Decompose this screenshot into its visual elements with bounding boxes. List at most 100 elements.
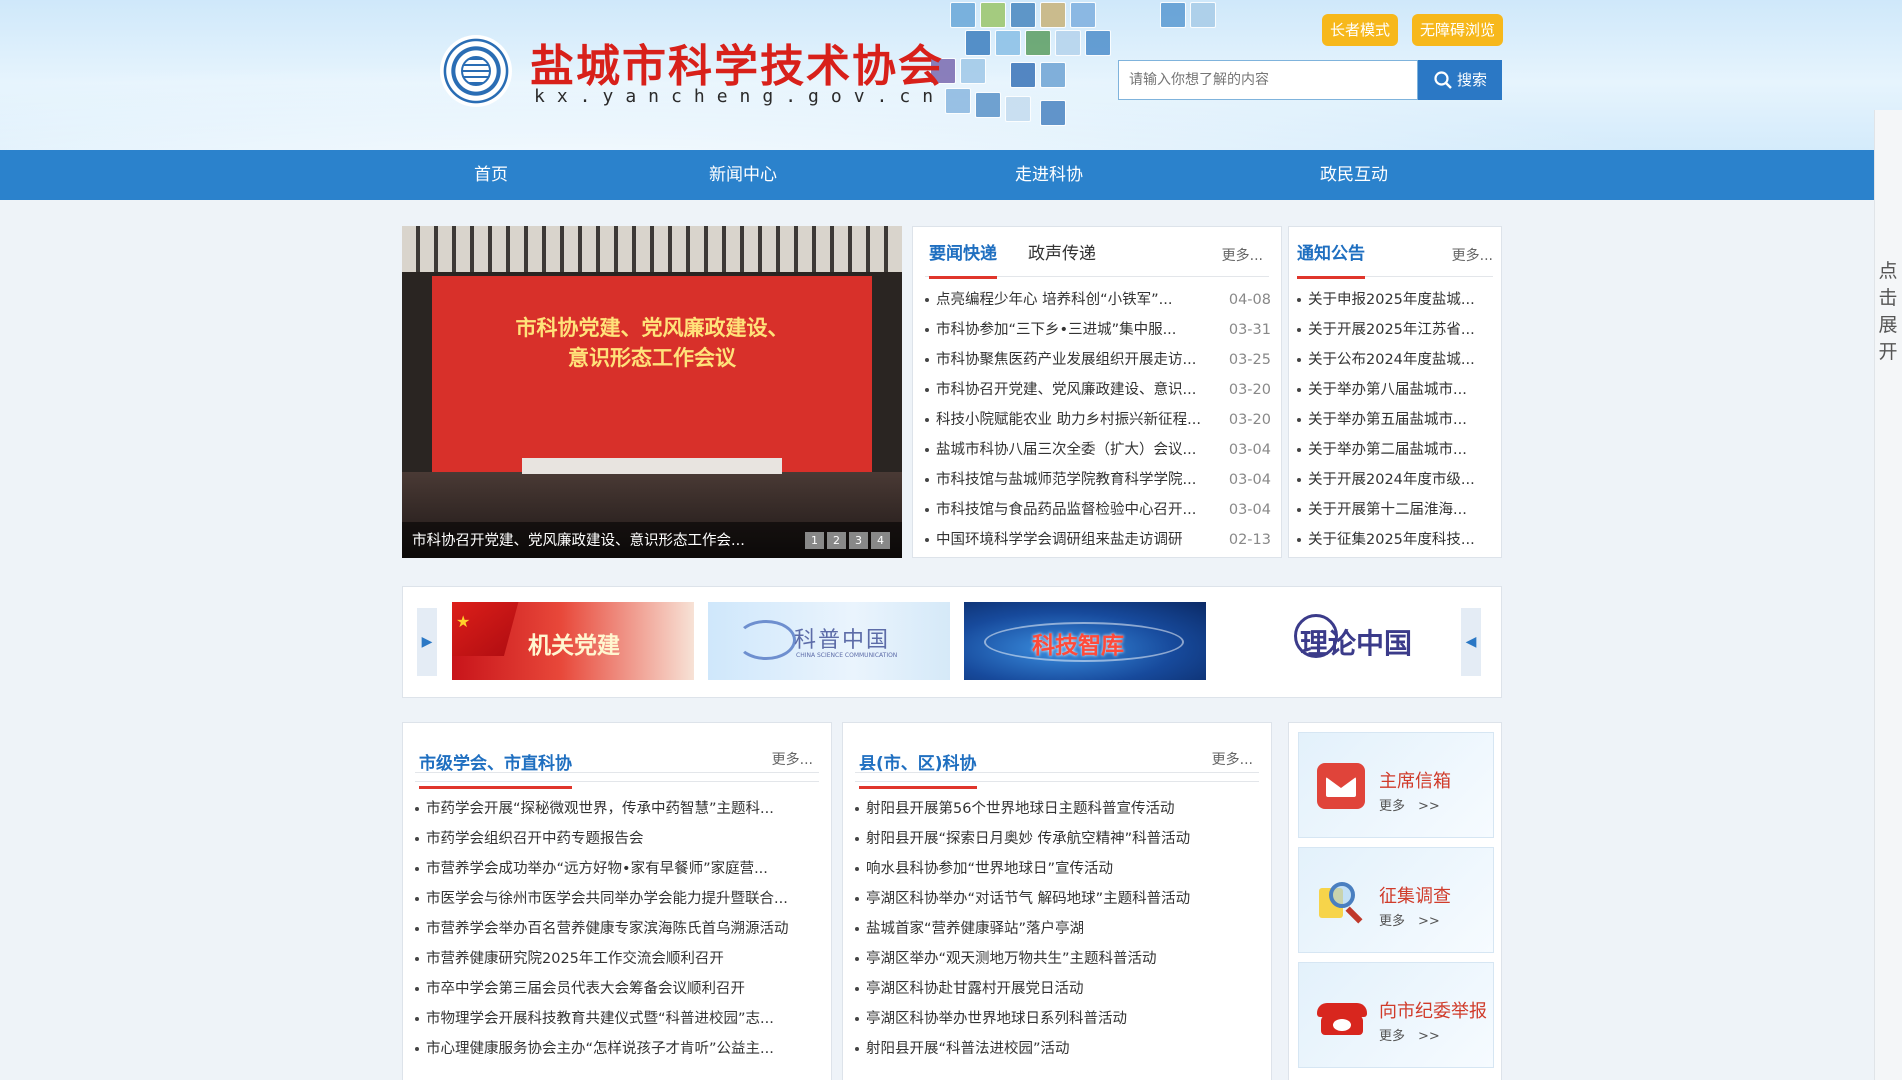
list-item[interactable]: 关于开展第十二届淮海... xyxy=(1297,495,1495,525)
list-item[interactable]: 市科协参加“三下乡•三进城”集中服... 03-31 xyxy=(925,315,1271,345)
list-item[interactable]: 亭湖区举办“观天测地万物共生”主题科普活动 xyxy=(855,944,1261,974)
list-item[interactable]: 科技小院赋能农业 助力乡村振兴新征程... 03-20 xyxy=(925,405,1271,435)
notice-list: 关于申报2025年度盐城... 关于开展2025年江苏省... 关于公布2024… xyxy=(1297,285,1495,555)
search-button[interactable]: 搜索 xyxy=(1418,60,1502,100)
slide-page-1[interactable]: 1 xyxy=(805,532,824,549)
list-item[interactable]: 射阳县开展“科普法进校园”活动 xyxy=(855,1034,1261,1064)
list-item[interactable]: 市营养健康研究院2025年工作交流会顺利召开 xyxy=(415,944,821,974)
list-item[interactable]: 市医学会与徐州市医学会共同举办学会能力提升暨联合... xyxy=(415,884,821,914)
nav-about[interactable]: 走进科协 xyxy=(1015,150,1083,200)
search-box xyxy=(1118,60,1418,100)
list-item[interactable]: 市心理健康服务协会主办“怎样说孩子才肯听”公益主... xyxy=(415,1034,821,1064)
county-panel: 县(市、区)科协 更多... 射阳县开展第56个世界地球日主题科普宣传活动 射阳… xyxy=(842,722,1272,1080)
list-item[interactable]: 市营养学会举办百名营养健康专家滨海陈氏首乌溯源活动 xyxy=(415,914,821,944)
list-item[interactable]: 亭湖区科协举办“对话节气 解码地球”主题科普活动 xyxy=(855,884,1261,914)
banner-carousel: ▶ ★ 机关党建 科普中国 CHINA SCIENCE COMMUNICATIO… xyxy=(402,586,1502,698)
star-icon: ★ xyxy=(456,612,471,631)
list-item[interactable]: 亭湖区科协举办世界地球日系列科普活动 xyxy=(855,1004,1261,1034)
list-item[interactable]: 盐城市科协八届三次全委（扩大）会议... 03-04 xyxy=(925,435,1271,465)
county-more-link[interactable]: 更多... xyxy=(1212,749,1253,769)
elder-mode-button[interactable]: 长者模式 xyxy=(1322,14,1399,46)
card-title: 主席信箱 xyxy=(1379,771,1451,792)
main-nav: 首页 新闻中心 走进科协 政民互动 xyxy=(0,150,1874,200)
banner-science-china[interactable]: 科普中国 CHINA SCIENCE COMMUNICATION xyxy=(708,602,950,680)
slide-screen-line2: 意识形态工作会议 xyxy=(568,345,736,370)
news-more-link[interactable]: 更多... xyxy=(1222,245,1263,265)
list-item[interactable]: 关于征集2025年度科技... xyxy=(1297,525,1495,555)
list-item[interactable]: 关于开展2024年度市级... xyxy=(1297,465,1495,495)
list-item[interactable]: 市科技馆与盐城师范学院教育科学学院... 03-04 xyxy=(925,465,1271,495)
list-item[interactable]: 关于开展2025年江苏省... xyxy=(1297,315,1495,345)
search-input[interactable] xyxy=(1119,61,1417,99)
banner-label: 机关党建 xyxy=(528,633,620,659)
list-item[interactable]: 市科协聚焦医药产业发展组织开展走访... 03-25 xyxy=(925,345,1271,375)
list-item[interactable]: 市卒中学会第三届会员代表大会筹备会议顺利召开 xyxy=(415,974,821,1004)
news-panel: 要闻快递 政声传递 更多... 点亮编程少年心 培养科创“小铁军”... 04-0… xyxy=(912,226,1282,558)
accessible-mode-button[interactable]: 无障碍浏览 xyxy=(1412,14,1504,46)
list-item[interactable]: 射阳县开展第56个世界地球日主题科普宣传活动 xyxy=(855,794,1261,824)
list-item[interactable]: 市营养学会成功举办“远方好物•家有早餐师”家庭营... xyxy=(415,854,821,884)
nav-interaction[interactable]: 政民互动 xyxy=(1320,150,1388,200)
city-societies-title[interactable]: 市级学会、市直科协 xyxy=(419,749,572,789)
card-more-link[interactable]: 更多 >> xyxy=(1379,1025,1440,1044)
slide-podium xyxy=(522,458,782,474)
search-button-label: 搜索 xyxy=(1456,71,1487,89)
banner-think-tank[interactable]: 科技智库 xyxy=(964,602,1206,680)
list-item[interactable]: 关于举办第五届盐城市... xyxy=(1297,405,1495,435)
card-more-link[interactable]: 更多 >> xyxy=(1379,795,1440,814)
city-societies-more-link[interactable]: 更多... xyxy=(772,749,813,769)
card-more-link[interactable]: 更多 >> xyxy=(1379,910,1440,929)
notice-more-link[interactable]: 更多... xyxy=(1452,245,1493,265)
cast-logo-emblem xyxy=(440,35,512,107)
list-item[interactable]: 响水县科协参加“世界地球日”宣传活动 xyxy=(855,854,1261,884)
nav-home[interactable]: 首页 xyxy=(474,150,508,200)
list-item[interactable]: 关于公布2024年度盐城... xyxy=(1297,345,1495,375)
list-item[interactable]: 射阳县开展“探索日月奥妙 传承航空精神”科普活动 xyxy=(855,824,1261,854)
list-item[interactable]: 市药学会组织召开中药专题报告会 xyxy=(415,824,821,854)
city-societies-list: 市药学会开展“探秘微观世界，传承中药智慧”主题科... 市药学会组织召开中药专题… xyxy=(415,794,821,1064)
news-panel-header: 要闻快递 政声传递 更多... xyxy=(925,227,1269,279)
list-item[interactable]: 市药学会开展“探秘微观世界，传承中药智慧”主题科... xyxy=(415,794,821,824)
county-title[interactable]: 县(市、区)科协 xyxy=(859,749,977,789)
list-item[interactable]: 关于申报2025年度盐城... xyxy=(1297,285,1495,315)
list-item[interactable]: 点亮编程少年心 培养科创“小铁军”... 04-08 xyxy=(925,285,1271,315)
banner-party-building[interactable]: ★ 机关党建 xyxy=(452,602,694,680)
side-expand-label[interactable]: 点击展开 xyxy=(1876,258,1900,366)
banner-label: 科普中国 xyxy=(794,628,891,653)
tab-headline-news[interactable]: 要闻快递 xyxy=(929,239,997,279)
card-title: 征集调查 xyxy=(1379,886,1451,907)
banner-prev-button[interactable]: ▶ xyxy=(417,608,437,676)
banner-sublabel: CHINA SCIENCE COMMUNICATION xyxy=(796,652,898,659)
slide-caption[interactable]: 市科协召开党建、党风廉政建设、意识形态工作会... xyxy=(412,529,745,550)
telephone-icon xyxy=(1317,993,1367,1039)
tab-notices[interactable]: 通知公告 xyxy=(1297,239,1365,279)
arrow-right-icon: ▶ xyxy=(421,634,433,650)
search-icon xyxy=(1434,71,1452,89)
banner-theory-china[interactable]: 理论中国 xyxy=(1220,602,1462,680)
banner-next-button[interactable]: ◀ xyxy=(1461,608,1481,676)
slide-page-3[interactable]: 3 xyxy=(849,532,868,549)
list-item[interactable]: 市科协召开党建、党风廉政建设、意识... 03-20 xyxy=(925,375,1271,405)
card-survey[interactable]: 征集调查 更多 >> xyxy=(1298,847,1494,953)
news-slideshow[interactable]: 市科协党建、党风廉政建设、 意识形态工作会议 市科协召开党建、党风廉政建设、意识… xyxy=(402,226,902,558)
side-expand-strip[interactable] xyxy=(1874,110,1902,1080)
list-item[interactable]: 市物理学会开展科技教育共建仪式暨“科普进校园”志... xyxy=(415,1004,821,1034)
card-report-to-discipline[interactable]: 向市纪委举报 更多 >> xyxy=(1298,962,1494,1068)
banner-label: 科技智库 xyxy=(1032,633,1124,659)
magnifier-icon xyxy=(1317,878,1365,924)
site-title: 盐城市科学技术协会 xyxy=(530,41,944,92)
slide-page-4[interactable]: 4 xyxy=(871,532,890,549)
list-item[interactable]: 亭湖区科协赴甘露村开展党日活动 xyxy=(855,974,1261,1004)
list-item[interactable]: 盐城首家“营养健康驿站”落户亭湖 xyxy=(855,914,1261,944)
city-societies-panel: 市级学会、市直科协 更多... 市药学会开展“探秘微观世界，传承中药智慧”主题科… xyxy=(402,722,832,1080)
list-item[interactable]: 中国环境科学学会调研组来盐走访调研 02-13 xyxy=(925,525,1271,555)
county-list: 射阳县开展第56个世界地球日主题科普宣传活动 射阳县开展“探索日月奥妙 传承航空… xyxy=(855,794,1261,1064)
list-item[interactable]: 关于举办第二届盐城市... xyxy=(1297,435,1495,465)
nav-news-center[interactable]: 新闻中心 xyxy=(709,150,777,200)
list-item[interactable]: 关于举办第八届盐城市... xyxy=(1297,375,1495,405)
list-item[interactable]: 市科技馆与食品药品监督检验中心召开... 03-04 xyxy=(925,495,1271,525)
slide-screen-line1: 市科协党建、党风廉政建设、 xyxy=(515,315,789,340)
slide-page-2[interactable]: 2 xyxy=(827,532,846,549)
tab-government-voice[interactable]: 政声传递 xyxy=(1028,239,1096,264)
card-chairman-mailbox[interactable]: 主席信箱 更多 >> xyxy=(1298,732,1494,838)
